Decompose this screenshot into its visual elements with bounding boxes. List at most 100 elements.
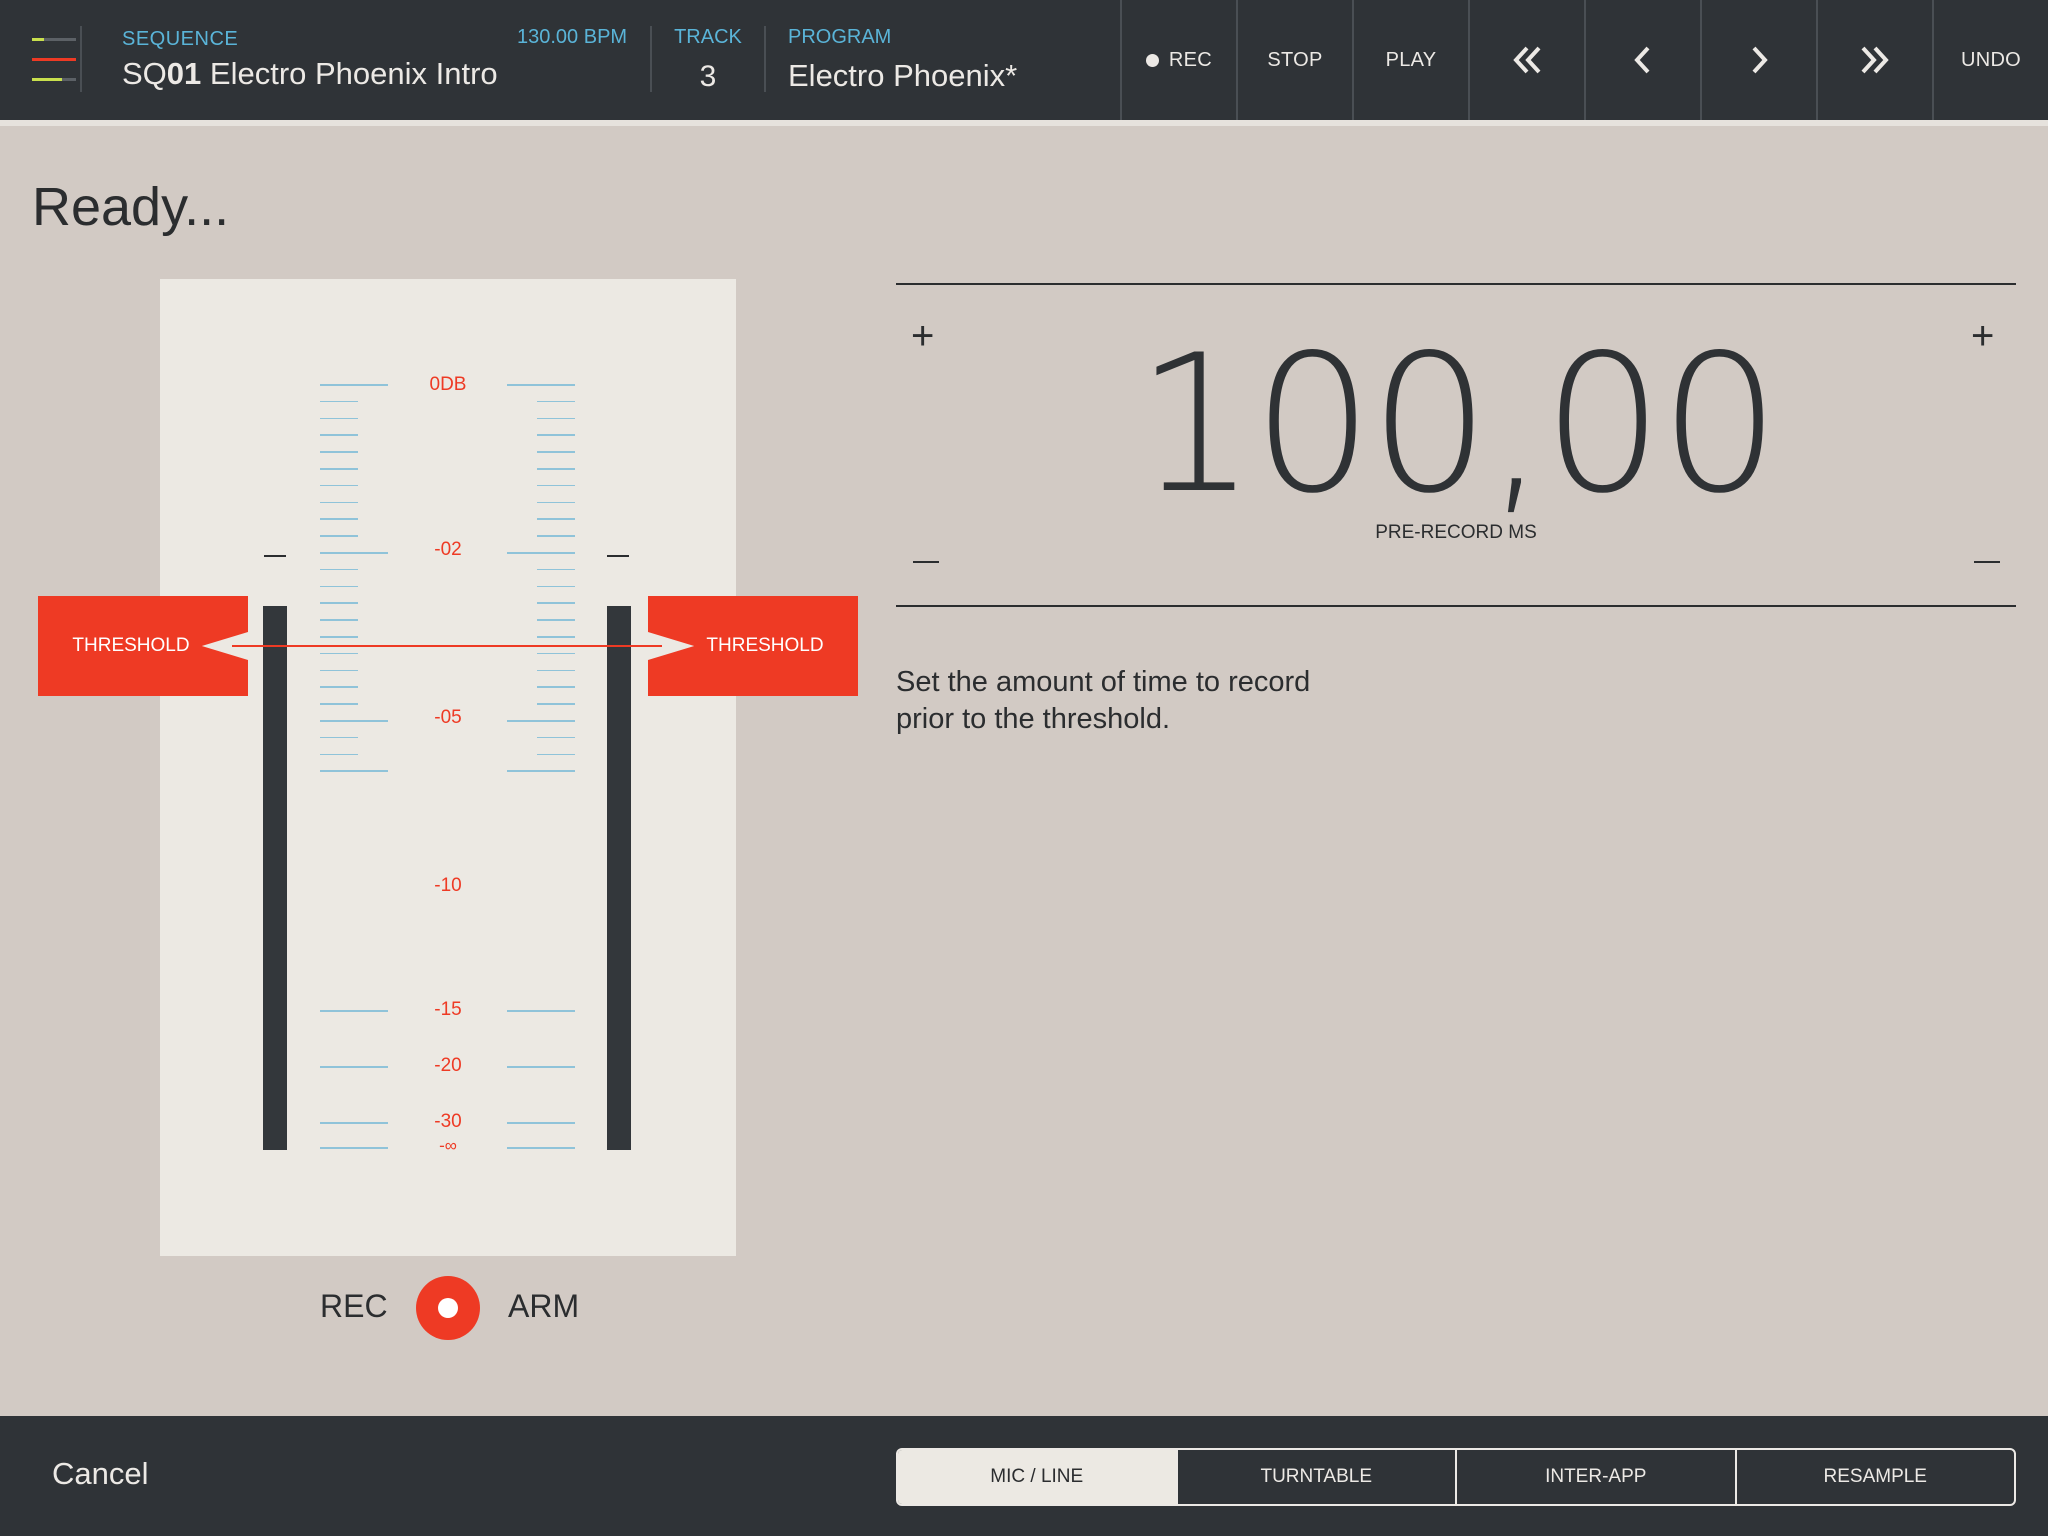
source-mic-line[interactable]: MIC / LINE: [898, 1450, 1176, 1504]
meter-tick: [507, 1122, 575, 1124]
db-label: -20: [434, 1055, 462, 1076]
decrease-fine-button[interactable]: [1974, 561, 2000, 563]
meter-tick: [320, 417, 358, 420]
rewind-start-button[interactable]: [1468, 0, 1584, 120]
topbar-underline: [0, 120, 2048, 126]
rec-button[interactable]: REC: [1120, 0, 1236, 120]
stop-button[interactable]: STOP: [1236, 0, 1352, 120]
meter-tick: [537, 400, 575, 403]
meter-tick: [320, 400, 358, 403]
db-label: -05: [434, 707, 462, 728]
threshold-line[interactable]: [232, 645, 662, 647]
chevron-left-icon: [1634, 46, 1650, 74]
decrease-coarse-button[interactable]: [913, 561, 939, 563]
left-threshold-marker: [264, 555, 286, 557]
right-threshold-marker: [607, 555, 629, 557]
db-label: -15: [434, 999, 462, 1020]
meter-tick: [320, 384, 388, 386]
meter-tick: [537, 619, 575, 621]
pre-record-value[interactable]: 100,00: [896, 330, 2016, 520]
sequence-label: SEQUENCE: [122, 28, 239, 50]
rec-arm-button[interactable]: [416, 1276, 480, 1340]
sequence-name[interactable]: SQ01 Electro Phoenix Intro: [122, 56, 498, 92]
bpm-readout[interactable]: 130.00 BPM: [517, 26, 627, 49]
meter-tick: [320, 1010, 388, 1012]
meter-tick: [507, 720, 575, 722]
meter-tick: [537, 652, 575, 655]
meter-tick: [537, 451, 575, 453]
sequence-id-prefix: SQ: [122, 56, 167, 91]
step-forward-button[interactable]: [1700, 0, 1816, 120]
meter-tick: [320, 501, 358, 504]
meter-tick: [537, 736, 575, 739]
cancel-button[interactable]: Cancel: [52, 1456, 149, 1492]
threshold-label: THRESHOLD: [706, 635, 824, 656]
meter-tick: [320, 703, 358, 705]
meter-tick: [320, 552, 388, 554]
divider: [764, 26, 766, 92]
menu-icon[interactable]: [20, 26, 82, 92]
meter-tick: [537, 568, 575, 571]
meter-tick: [320, 720, 388, 722]
meter-tick: [320, 518, 358, 520]
meter-tick: [537, 602, 575, 604]
pre-record-description: Set the amount of time to record prior t…: [896, 666, 1311, 735]
divider: [896, 605, 2016, 607]
meter-tick: [537, 468, 575, 470]
double-chevron-left-icon: [1513, 46, 1541, 74]
threshold-label: THRESHOLD: [72, 635, 190, 656]
db-label: -02: [434, 539, 462, 560]
forward-end-button[interactable]: [1816, 0, 1932, 120]
rec-arm-label-arm: ARM: [508, 1288, 580, 1324]
stop-button-label: STOP: [1267, 48, 1323, 71]
meter-tick: [320, 1066, 388, 1068]
source-resample[interactable]: RESAMPLE: [1734, 1450, 2015, 1504]
bottom-bar: Cancel MIC / LINE TURNTABLE INTER-APP RE…: [0, 1416, 2048, 1536]
undo-button-label: UNDO: [1960, 48, 2022, 71]
meter-tick: [537, 585, 575, 588]
chevron-right-icon: [1752, 46, 1768, 74]
track-value[interactable]: 3: [650, 60, 766, 94]
play-button[interactable]: PLAY: [1352, 0, 1468, 120]
meter-tick: [320, 568, 358, 571]
meter-tick: [537, 669, 575, 672]
status-text: Ready...: [32, 177, 230, 237]
rec-arm-label-rec: REC: [320, 1288, 388, 1324]
track-label: TRACK: [674, 26, 742, 48]
meter-tick: [507, 552, 575, 554]
meter-tick: [537, 518, 575, 520]
meter-tick: [320, 451, 358, 453]
meter-tick: [320, 736, 358, 739]
meter-tick: [537, 703, 575, 705]
step-back-button[interactable]: [1584, 0, 1700, 120]
rec-button-label: REC: [1168, 48, 1213, 71]
program-name[interactable]: Electro Phoenix*: [788, 58, 1017, 94]
meter-tick: [537, 417, 575, 420]
meter-tick: [537, 753, 575, 756]
meter-tick: [537, 686, 575, 688]
db-label: -30: [434, 1111, 462, 1132]
sequence-id-number: 01: [166, 56, 202, 91]
top-bar: SEQUENCE 130.00 BPM SQ01 Electro Phoenix…: [0, 0, 2048, 120]
meter-tick: [537, 636, 575, 638]
sequence-title: Electro Phoenix Intro: [209, 56, 498, 91]
meter-tick: [320, 585, 358, 588]
meter-tick: [320, 434, 358, 436]
input-source-selector: MIC / LINE TURNTABLE INTER-APP RESAMPLE: [896, 1448, 2016, 1506]
program-label: PROGRAM: [788, 26, 892, 48]
db-label: -∞: [439, 1136, 457, 1155]
meter-tick: [507, 1147, 575, 1149]
meter-tick: [320, 602, 358, 604]
undo-button[interactable]: UNDO: [1932, 0, 2048, 120]
db-label: -10: [434, 875, 462, 896]
meter-tick: [507, 1010, 575, 1012]
meter-tick: [537, 484, 575, 487]
meter-tick: [320, 770, 388, 772]
meter-tick: [320, 1147, 388, 1149]
source-turntable[interactable]: TURNTABLE: [1175, 1450, 1456, 1504]
source-inter-app[interactable]: INTER-APP: [1455, 1450, 1735, 1504]
meter-tick: [320, 686, 358, 688]
meter-tick: [320, 753, 358, 756]
double-chevron-right-icon: [1861, 46, 1889, 74]
meter-tick: [537, 535, 575, 537]
